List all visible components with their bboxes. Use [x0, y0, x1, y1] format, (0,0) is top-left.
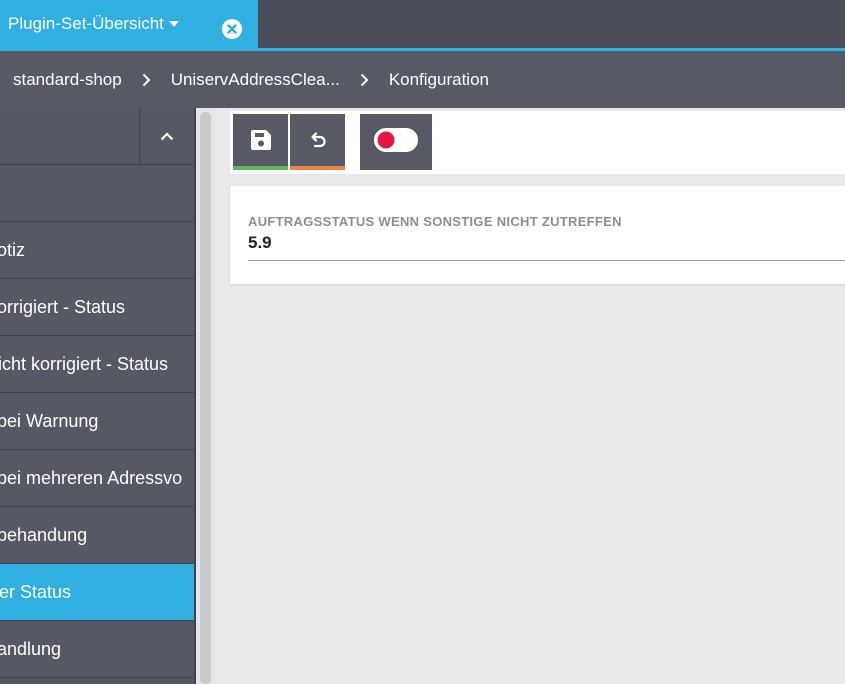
sidebar-header [0, 108, 194, 165]
save-button[interactable] [233, 114, 288, 170]
sidebar-item-korrigiert-status[interactable]: orrigiert - Status [0, 279, 194, 336]
sidebar-item-mehrere-adressen[interactable]: bei mehreren Adressvo [0, 450, 194, 507]
breadcrumb-item-plugin[interactable]: UniservAddressClea... [171, 70, 340, 90]
field-underline [248, 260, 845, 261]
field-label: AUFTRAGSSTATUS WENN SONSTIGE NICHT ZUTRE… [248, 214, 622, 229]
active-toggle-button[interactable] [360, 114, 432, 170]
caret-down-icon[interactable] [168, 15, 180, 33]
sidebar-item-label: otiz [0, 239, 26, 260]
save-icon [250, 129, 272, 156]
sidebar-item-label: bei Warnung [0, 410, 99, 431]
sidebar-item-label: icht korrigiert - Status [0, 353, 169, 374]
sidebar-item-label: andlung [0, 638, 62, 659]
chevron-right-icon [360, 73, 369, 87]
sidebar-item-notiz[interactable]: otiz [0, 222, 194, 279]
sidebar-item-label: behandung [0, 524, 88, 545]
breadcrumb: standard-shop UniservAddressClea... Konf… [0, 51, 845, 108]
tab-title: Plugin-Set-Übersicht [8, 14, 164, 33]
chevron-up-icon[interactable] [140, 108, 194, 164]
toolbar [230, 111, 845, 174]
sidebar: otiz orrigiert - Status icht korrigiert … [0, 108, 196, 684]
top-tab-bar: Plugin-Set-Übersicht [0, 0, 845, 50]
undo-accent-bar [290, 166, 345, 170]
close-circle-icon[interactable] [222, 19, 242, 39]
tab-plugin-set-overview[interactable]: Plugin-Set-Übersicht [0, 0, 258, 48]
sidebar-item-status-active[interactable]: er Status [0, 564, 194, 621]
sidebar-item-behandlung[interactable]: andlung [0, 621, 194, 678]
breadcrumb-item-configuration[interactable]: Konfiguration [389, 70, 489, 90]
sidebar-item-nicht-korrigiert-status[interactable]: icht korrigiert - Status [0, 336, 194, 393]
undo-icon [307, 129, 329, 156]
save-accent-bar [233, 166, 288, 170]
sidebar-item-blank[interactable] [0, 165, 194, 222]
sidebar-item-label: er Status [0, 581, 72, 602]
chevron-right-icon [142, 73, 151, 87]
config-card: AUFTRAGSSTATUS WENN SONSTIGE NICHT ZUTRE… [230, 186, 845, 284]
sidebar-item-label: bei mehreren Adressvo [0, 467, 183, 488]
sidebar-item-bei-warnung[interactable]: bei Warnung [0, 393, 194, 450]
undo-button[interactable] [290, 114, 345, 170]
breadcrumb-item-shop[interactable]: standard-shop [13, 70, 122, 90]
sidebar-item-behandung[interactable]: behandung [0, 507, 194, 564]
toggle-off-icon [373, 127, 419, 158]
order-status-field[interactable]: 5.9 [248, 233, 272, 253]
scrollbar-thumb[interactable] [200, 112, 211, 684]
sidebar-item-label: orrigiert - Status [0, 296, 126, 317]
